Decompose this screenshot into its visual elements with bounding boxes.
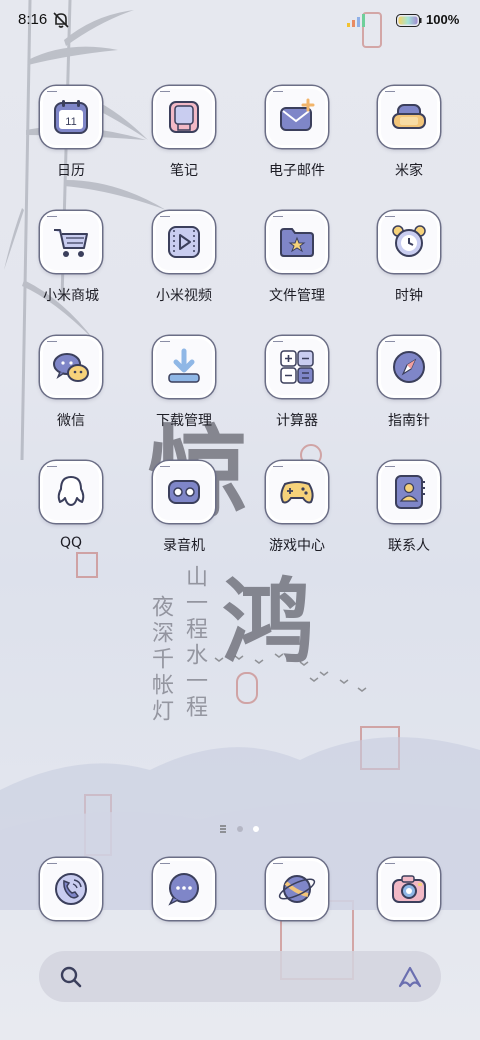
app-clock[interactable]: 时钟 xyxy=(354,211,464,305)
shopping-cart-icon xyxy=(54,229,88,257)
message-icon xyxy=(168,873,199,906)
battery-percent: 100% xyxy=(426,12,460,27)
app-label: 微信 xyxy=(57,413,85,429)
app-mi-video[interactable]: 小米视频 xyxy=(129,211,239,305)
alarm-clock-icon xyxy=(392,225,426,257)
page-dot xyxy=(220,825,226,833)
app-label: 游戏中心 xyxy=(269,538,325,554)
seal-stamp xyxy=(76,552,98,578)
browser-planet-icon xyxy=(278,875,316,903)
search-icon[interactable] xyxy=(59,965,83,989)
app-label: 时钟 xyxy=(395,288,423,304)
app-tile xyxy=(153,86,215,148)
dock-messages[interactable] xyxy=(129,858,239,920)
calendar-icon: 11 xyxy=(54,100,88,134)
wechat-icon xyxy=(53,353,89,382)
app-mi-store[interactable]: 小米商城 xyxy=(16,211,126,305)
app-tile xyxy=(378,858,440,920)
app-tile xyxy=(40,858,102,920)
app-contacts[interactable]: 联系人 xyxy=(354,461,464,555)
app-tile xyxy=(40,336,102,398)
notes-icon xyxy=(169,101,199,133)
page-dot xyxy=(237,826,243,832)
mail-icon xyxy=(280,98,315,131)
app-recorder[interactable]: 录音机 xyxy=(129,461,239,555)
app-label: 小米视频 xyxy=(156,288,212,304)
compass-icon xyxy=(393,351,425,383)
app-tile xyxy=(153,211,215,273)
app-wechat[interactable]: 微信 xyxy=(16,336,126,430)
page-dot xyxy=(253,826,259,832)
app-tile xyxy=(266,461,328,523)
dock-camera[interactable] xyxy=(354,858,464,920)
app-calculator[interactable]: 计算器 xyxy=(242,336,352,430)
app-tile xyxy=(378,211,440,273)
sofa-icon xyxy=(392,104,426,129)
app-label: 笔记 xyxy=(170,163,198,179)
app-label: 日历 xyxy=(57,163,85,179)
app-label: 小米商城 xyxy=(43,288,99,304)
app-qq[interactable]: QQ xyxy=(16,461,126,551)
calculator-icon xyxy=(280,350,314,384)
app-tile xyxy=(40,211,102,273)
phone-icon xyxy=(55,873,87,905)
app-tile xyxy=(153,336,215,398)
status-time: 8:16 xyxy=(18,11,48,28)
folder-star-icon xyxy=(280,228,314,257)
app-label: 下载管理 xyxy=(156,413,212,429)
signal-icon xyxy=(347,14,365,27)
app-label: 录音机 xyxy=(163,538,205,554)
search-bar[interactable] xyxy=(39,951,441,1002)
app-label: QQ xyxy=(59,535,83,551)
assistant-icon[interactable] xyxy=(397,965,423,989)
app-label: 米家 xyxy=(395,163,423,179)
app-tile xyxy=(378,86,440,148)
app-tile xyxy=(378,461,440,523)
dock-phone[interactable] xyxy=(16,858,126,920)
download-icon xyxy=(168,348,200,383)
app-files[interactable]: 文件管理 xyxy=(242,211,352,305)
app-downloads[interactable]: 下载管理 xyxy=(129,336,239,430)
app-tile: 11 xyxy=(40,86,102,148)
app-label: 电子邮件 xyxy=(269,163,325,179)
contacts-book-icon xyxy=(395,475,425,509)
app-game-center[interactable]: 游戏中心 xyxy=(242,461,352,555)
app-tile xyxy=(153,858,215,920)
qq-penguin-icon xyxy=(57,476,85,506)
app-notes[interactable]: 笔记 xyxy=(129,86,239,180)
app-tile xyxy=(266,86,328,148)
app-tile xyxy=(378,336,440,398)
calendar-day: 11 xyxy=(65,116,76,128)
video-play-icon xyxy=(168,226,200,258)
app-label: 计算器 xyxy=(276,413,318,429)
bell-muted-icon xyxy=(53,12,69,28)
app-tile xyxy=(266,858,328,920)
app-label: 指南针 xyxy=(388,413,430,429)
app-tile xyxy=(153,461,215,523)
app-tile xyxy=(40,461,102,523)
recorder-icon xyxy=(168,480,200,504)
dock-browser[interactable] xyxy=(242,858,352,920)
gamepad-icon xyxy=(280,481,314,504)
app-compass[interactable]: 指南针 xyxy=(354,336,464,430)
app-tile xyxy=(266,211,328,273)
app-label: 联系人 xyxy=(388,538,430,554)
app-mail[interactable]: 电子邮件 xyxy=(242,86,352,180)
page-indicator[interactable] xyxy=(218,824,262,834)
app-calendar[interactable]: 11 日历 xyxy=(16,86,126,180)
app-tile xyxy=(266,336,328,398)
app-mijia[interactable]: 米家 xyxy=(354,86,464,180)
status-bar: 8:16 100% xyxy=(0,0,480,42)
battery-icon xyxy=(396,14,422,27)
camera-icon xyxy=(392,875,426,903)
app-label: 文件管理 xyxy=(269,288,325,304)
